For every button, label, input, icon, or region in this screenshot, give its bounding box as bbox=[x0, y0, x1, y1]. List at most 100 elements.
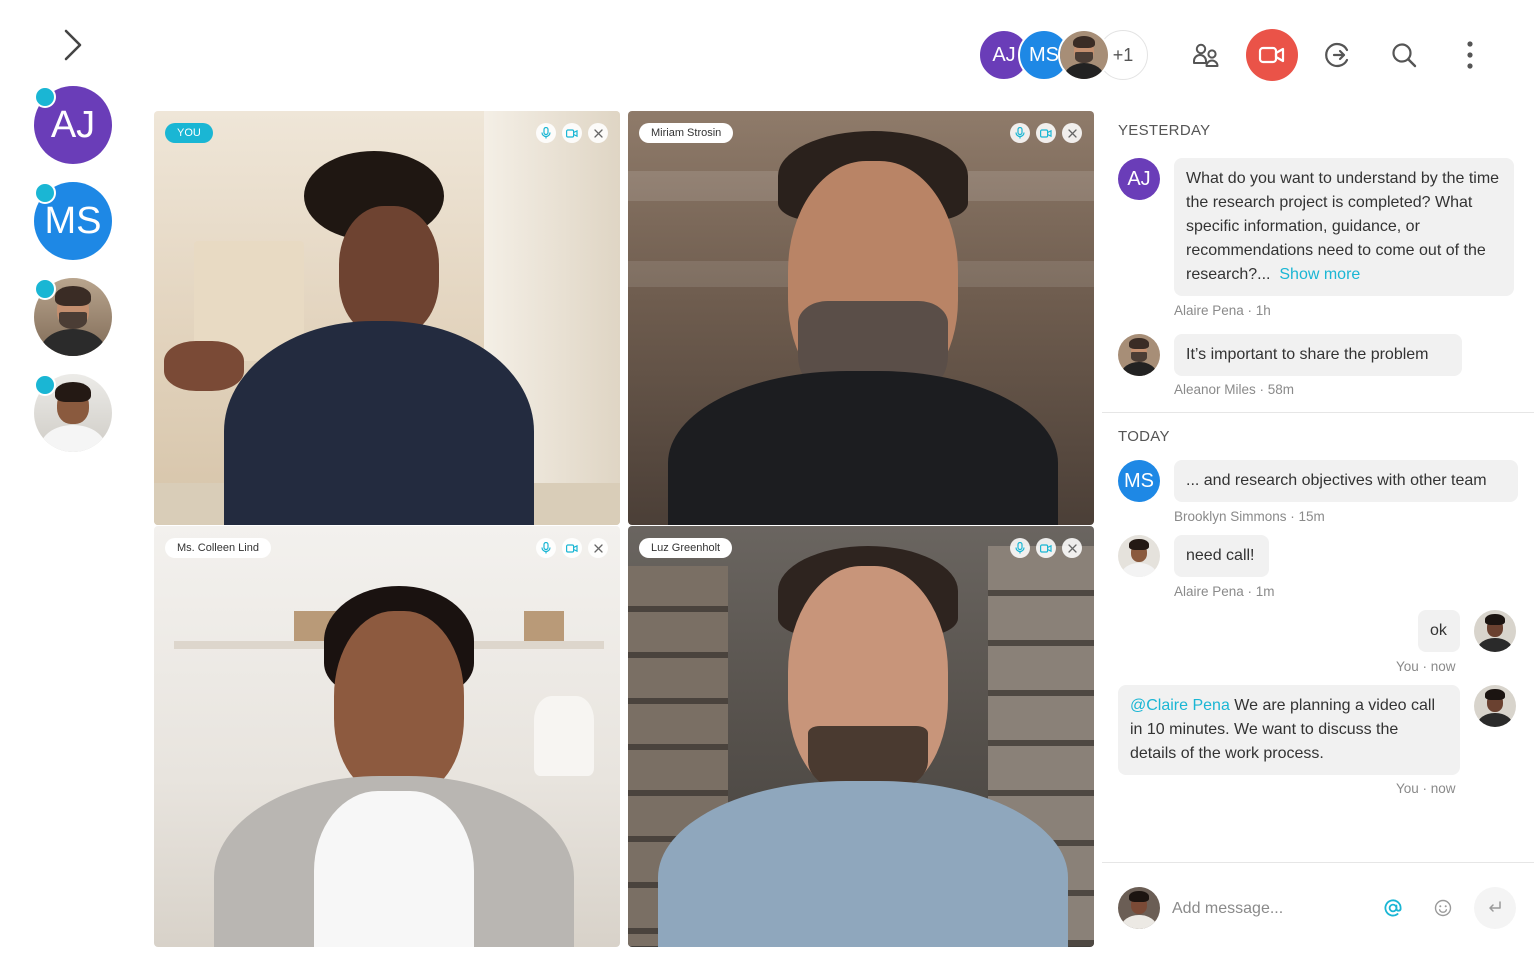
camera-button[interactable] bbox=[1036, 538, 1056, 558]
online-indicator bbox=[34, 86, 56, 108]
message-bubble: need call! bbox=[1174, 535, 1269, 577]
toggle-video-button[interactable] bbox=[1246, 29, 1298, 81]
share-screen-button[interactable] bbox=[1312, 29, 1364, 81]
message-bubble: ... and research objectives with other t… bbox=[1174, 460, 1518, 502]
message-bubble: What do you want to understand by the ti… bbox=[1174, 158, 1514, 296]
remove-participant-button[interactable] bbox=[588, 123, 608, 143]
message-meta: Alaire Pena · 1m bbox=[1174, 584, 1275, 599]
sidebar-participant-ms[interactable]: MS bbox=[34, 182, 112, 260]
avatar bbox=[1118, 535, 1160, 577]
more-options-button[interactable] bbox=[1444, 29, 1496, 81]
participants-icon bbox=[1193, 43, 1219, 67]
video-camera-icon bbox=[1040, 543, 1052, 553]
participant-stack[interactable]: AJ MS +1 bbox=[978, 29, 1148, 81]
avatar bbox=[1474, 610, 1516, 652]
online-indicator bbox=[34, 182, 56, 204]
microphone-icon bbox=[541, 127, 551, 139]
microphone-icon bbox=[1015, 542, 1025, 554]
chat-message-list[interactable]: YESTERDAY AJ What do you want to underst… bbox=[1102, 104, 1534, 860]
participant-name-tag: Miriam Strosin bbox=[639, 123, 734, 143]
camera-button[interactable] bbox=[1036, 123, 1056, 143]
video-feed bbox=[628, 111, 1094, 525]
message-input[interactable] bbox=[1170, 893, 1364, 925]
tile-controls bbox=[1004, 123, 1082, 143]
message-meta: Alaire Pena · 1h bbox=[1174, 303, 1271, 318]
enter-icon bbox=[1489, 901, 1501, 912]
video-feed bbox=[628, 526, 1094, 947]
video-camera-icon bbox=[566, 543, 578, 553]
video-tile-self[interactable]: You bbox=[154, 111, 620, 525]
message-text: ... and research objectives with other t… bbox=[1186, 472, 1487, 489]
share-screen-icon bbox=[1325, 42, 1349, 68]
mute-button[interactable] bbox=[536, 538, 556, 558]
close-icon bbox=[1067, 128, 1077, 138]
remove-participant-button[interactable] bbox=[588, 538, 608, 558]
video-tile-participant[interactable]: Luz Greenholt bbox=[628, 526, 1094, 947]
date-separator: TODAY bbox=[1118, 428, 1170, 445]
sidebar-participant-photo-1[interactable] bbox=[34, 278, 112, 356]
tile-controls bbox=[530, 538, 608, 558]
camera-button[interactable] bbox=[562, 538, 582, 558]
avatar: MS bbox=[1118, 460, 1160, 502]
close-icon bbox=[593, 128, 603, 138]
sidebar-toggle-button[interactable] bbox=[58, 28, 88, 62]
tile-controls bbox=[530, 123, 608, 143]
camera-button[interactable] bbox=[562, 123, 582, 143]
avatar: AJ bbox=[1118, 158, 1160, 200]
message-bubble: It’s important to share the problem bbox=[1174, 334, 1462, 376]
message-text: It’s important to share the problem bbox=[1186, 346, 1429, 363]
online-indicator bbox=[34, 278, 56, 300]
search-button[interactable] bbox=[1378, 29, 1430, 81]
chat-panel: YESTERDAY AJ What do you want to underst… bbox=[1102, 104, 1534, 954]
microphone-icon bbox=[1015, 127, 1025, 139]
video-tile-participant[interactable]: Ms. Colleen Lind bbox=[154, 526, 620, 947]
close-icon bbox=[593, 543, 603, 553]
date-separator: YESTERDAY bbox=[1118, 122, 1211, 139]
video-camera-icon bbox=[1040, 128, 1052, 138]
online-indicator bbox=[34, 374, 56, 396]
microphone-icon bbox=[541, 542, 551, 554]
message-composer bbox=[1102, 862, 1534, 955]
participant-name-tag: Luz Greenholt bbox=[639, 538, 733, 558]
message-bubble-own: ok bbox=[1418, 610, 1460, 652]
remove-participant-button[interactable] bbox=[1062, 538, 1082, 558]
mute-button[interactable] bbox=[536, 123, 556, 143]
avatar bbox=[1058, 29, 1110, 81]
close-icon bbox=[1067, 543, 1077, 553]
message-bubble-own: @Claire Pena We are planning a video cal… bbox=[1118, 685, 1460, 775]
call-toolbar: AJ MS +1 bbox=[978, 28, 1496, 82]
video-grid: You Miriam Strosin bbox=[152, 110, 1096, 948]
avatar bbox=[1118, 334, 1160, 376]
video-camera-icon bbox=[566, 128, 578, 138]
sidebar-participant-aj[interactable]: AJ bbox=[34, 86, 112, 164]
message-meta: You · now bbox=[1396, 781, 1456, 796]
section-divider bbox=[1102, 412, 1534, 413]
video-feed bbox=[154, 526, 620, 947]
chevron-right-icon bbox=[64, 29, 82, 61]
more-vertical-icon bbox=[1467, 41, 1473, 69]
show-more-link[interactable]: Show more bbox=[1279, 266, 1360, 283]
mention-link[interactable]: @Claire Pena bbox=[1130, 697, 1230, 714]
mention-button[interactable] bbox=[1382, 897, 1404, 919]
message-meta: Aleanor Miles · 58m bbox=[1174, 382, 1295, 397]
participants-button[interactable] bbox=[1180, 29, 1232, 81]
mute-button[interactable] bbox=[1010, 123, 1030, 143]
sidebar-participant-list: AJ MS bbox=[34, 86, 114, 470]
message-meta: You · now bbox=[1396, 659, 1456, 674]
participant-name-tag: You bbox=[165, 123, 213, 143]
at-sign-icon bbox=[1384, 899, 1402, 917]
emoji-icon bbox=[1434, 899, 1452, 917]
remove-participant-button[interactable] bbox=[1062, 123, 1082, 143]
send-button[interactable] bbox=[1474, 887, 1516, 929]
mute-button[interactable] bbox=[1010, 538, 1030, 558]
avatar bbox=[1118, 887, 1160, 929]
video-tile-participant[interactable]: Miriam Strosin bbox=[628, 111, 1094, 525]
video-feed bbox=[154, 111, 620, 525]
sidebar-participant-photo-2[interactable] bbox=[34, 374, 112, 452]
avatar bbox=[1474, 685, 1516, 727]
search-icon bbox=[1392, 43, 1417, 68]
tile-controls bbox=[1004, 538, 1082, 558]
emoji-button[interactable] bbox=[1432, 897, 1454, 919]
message-text: ok bbox=[1430, 622, 1447, 639]
participant-name-tag: Ms. Colleen Lind bbox=[165, 538, 271, 558]
